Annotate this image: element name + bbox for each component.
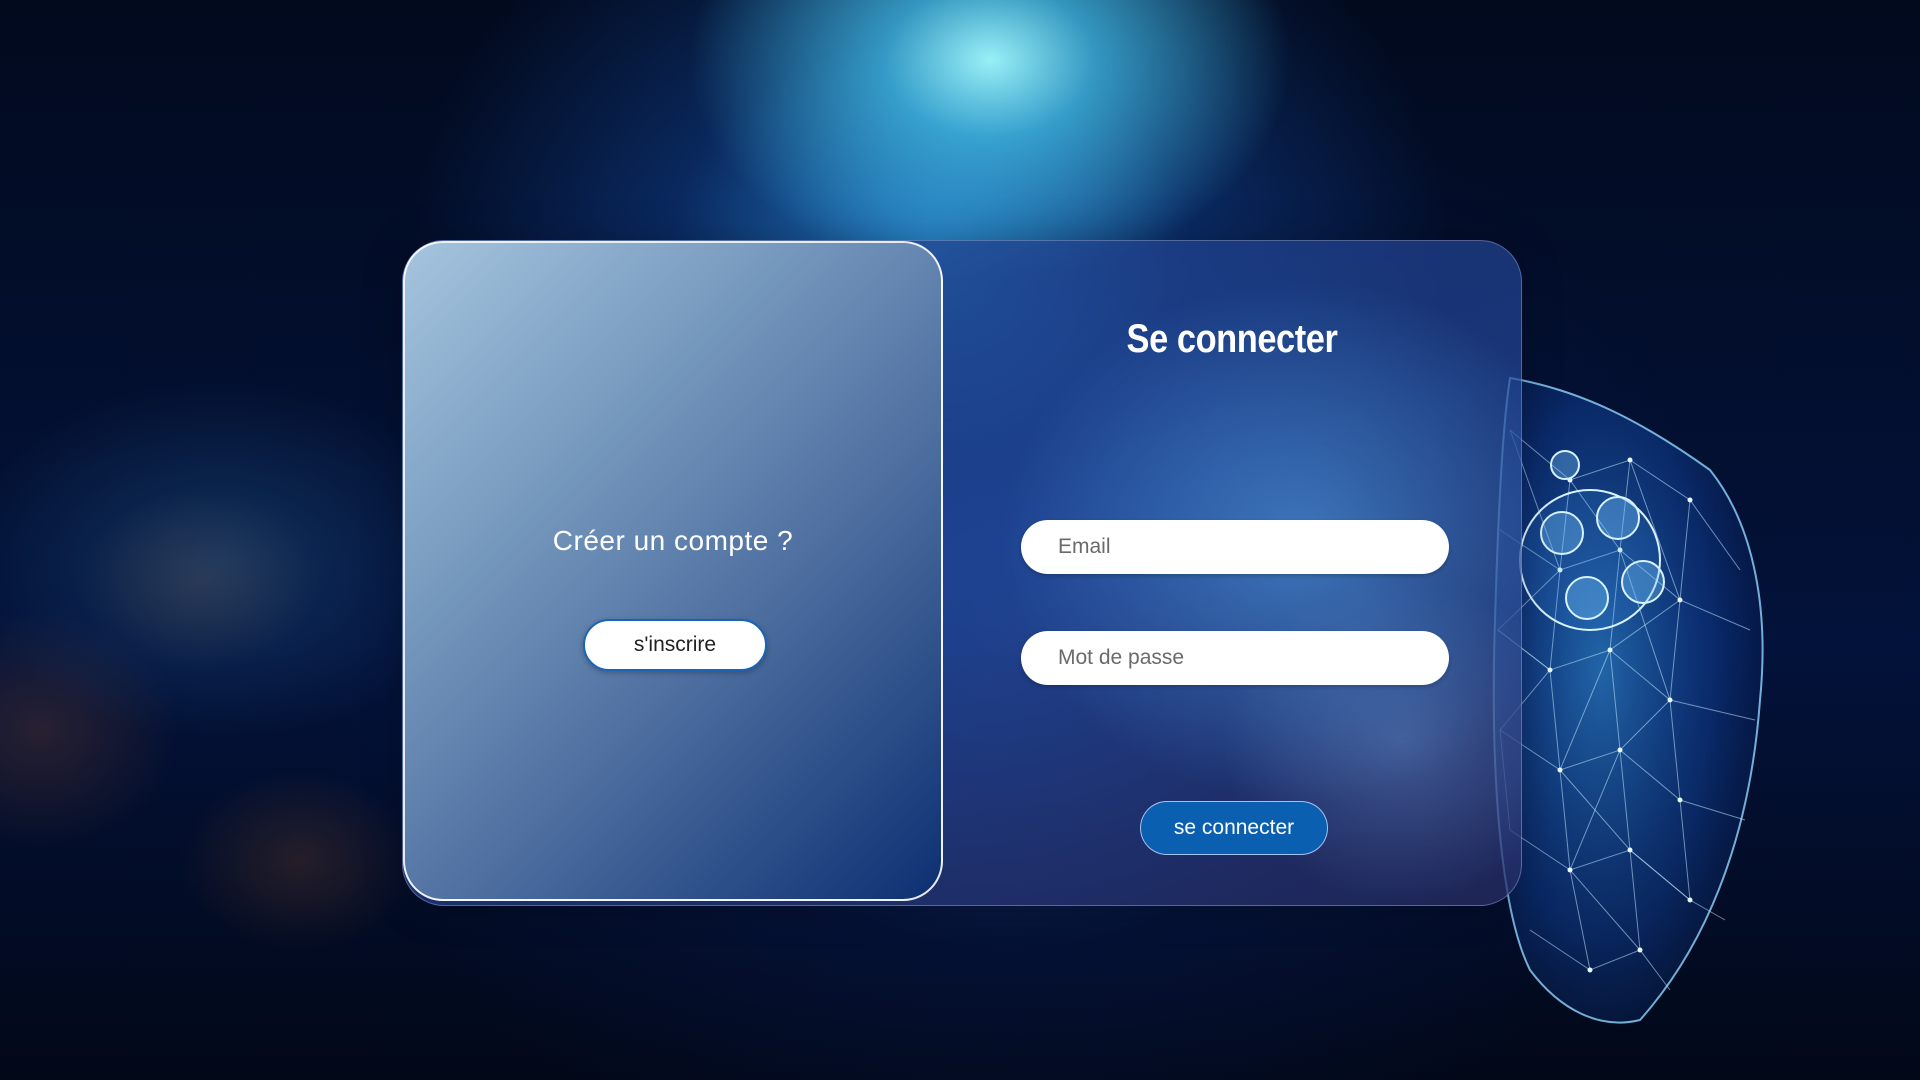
login-title: Se connecter — [1126, 317, 1338, 361]
email-field[interactable] — [1021, 520, 1449, 574]
game-controller-illustration — [1492, 376, 1764, 1024]
signup-button[interactable]: s'inscrire — [583, 619, 767, 671]
password-field[interactable] — [1021, 631, 1449, 685]
signup-question: Créer un compte ? — [552, 525, 794, 556]
signup-panel: Créer un compte ? s'inscrire — [403, 241, 943, 901]
login-button[interactable]: se connecter — [1140, 801, 1328, 855]
auth-card: Créer un compte ? s'inscrire Se connecte… — [402, 240, 1522, 906]
